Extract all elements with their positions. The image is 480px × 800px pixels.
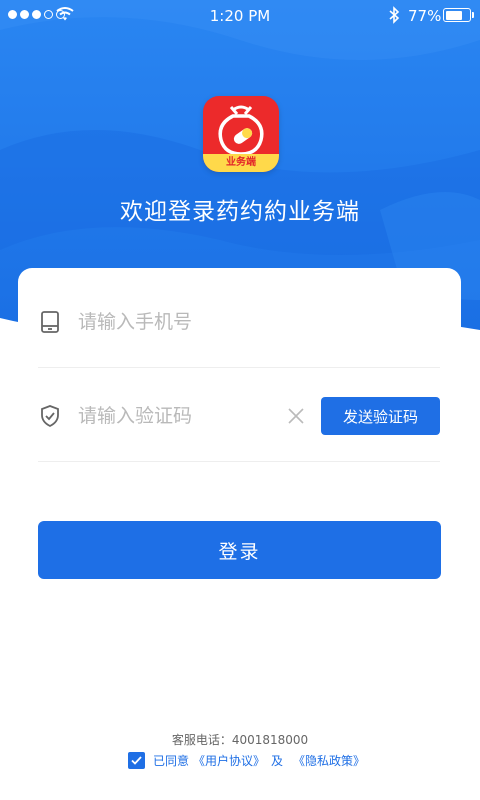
bluetooth-icon: [389, 6, 400, 24]
and-text: 及: [271, 753, 284, 768]
phone-device-icon: [41, 311, 59, 333]
code-row: 发送验证码: [38, 368, 440, 462]
phone-input[interactable]: [78, 304, 278, 340]
battery-percent: 77%: [408, 7, 442, 25]
agreement-row: 已同意 《用户协议》 及 《隐私政策》: [128, 750, 365, 770]
login-button[interactable]: 登录: [38, 521, 441, 579]
agree-checkbox[interactable]: [128, 751, 145, 769]
battery-icon: [443, 8, 471, 22]
login-card: 发送验证码 登录: [18, 268, 461, 608]
checkmark-icon: [131, 755, 142, 765]
clear-icon[interactable]: [286, 406, 306, 426]
shield-icon: [41, 405, 59, 428]
status-bar: 1:20 PM 77%: [0, 0, 480, 32]
privacy-policy-link[interactable]: 《隐私政策》: [293, 752, 365, 769]
battery-nub: [472, 12, 474, 18]
phone-row: [38, 274, 440, 368]
agree-prefix: 已同意: [153, 753, 190, 768]
send-code-button[interactable]: 发送验证码: [321, 397, 440, 435]
user-agreement-link[interactable]: 《用户协议》: [193, 752, 265, 769]
verification-code-input[interactable]: [78, 398, 278, 434]
customer-service-hotline: 客服电话：4001818000: [171, 733, 309, 747]
app-logo: 业务端: [203, 96, 279, 172]
battery-level-fill: [445, 10, 463, 20]
logo-badge-text: 业务端: [203, 154, 279, 172]
welcome-title: 欢迎登录药约約业务端: [120, 199, 360, 225]
